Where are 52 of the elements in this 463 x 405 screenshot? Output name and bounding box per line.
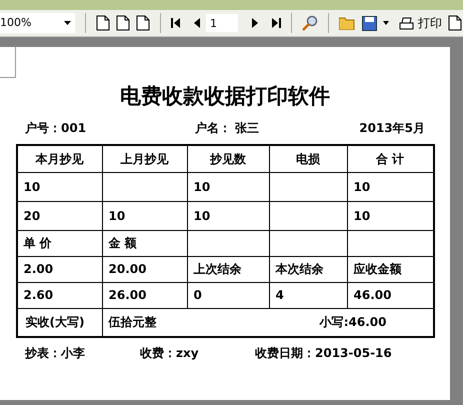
page-number-field[interactable]: 1: [206, 14, 238, 32]
receipt-meta-text: 户号：001: [24, 120, 88, 136]
table-cell: 10: [188, 202, 270, 230]
table-cell: 4: [270, 282, 348, 308]
search-icon[interactable]: [302, 15, 318, 31]
amount-in-figures: 小写:46.00: [320, 314, 388, 331]
print-button[interactable]: 打印: [399, 14, 442, 32]
column-header: 本月抄见: [18, 146, 102, 172]
next-page-icon[interactable]: [252, 18, 258, 28]
table-cell: 金 额: [102, 230, 188, 256]
receipt-meta-text: 2013年5月: [358, 120, 426, 136]
caret-icon[interactable]: [383, 21, 389, 25]
receipt-footer-text: 收费：zxy: [140, 344, 200, 362]
receipt-footer-text: 抄表：小李: [24, 344, 86, 362]
page-icon[interactable]: [116, 15, 130, 31]
previous-page-icon[interactable]: [194, 18, 200, 28]
page-corner-mark: [0, 47, 16, 78]
receipt-footer-text: 收费日期：2013-05-16: [255, 344, 393, 362]
column-header: 上月抄见: [102, 146, 188, 172]
table-cell: 上次结余: [188, 256, 270, 282]
page-icon[interactable]: [136, 15, 150, 31]
caret-icon: [64, 21, 71, 25]
table-cell: 10: [188, 172, 270, 200]
table-cell: 0: [188, 282, 270, 308]
table-cell-text: 10: [352, 178, 372, 196]
page-icon[interactable]: [96, 15, 110, 31]
page-icon[interactable]: [448, 15, 462, 31]
table-cell: 单 价: [18, 230, 102, 256]
printer-icon: [399, 16, 414, 30]
table-cell: 2.00: [18, 256, 102, 282]
column-header: 电损: [270, 146, 348, 172]
table-cell: 2.60: [18, 282, 102, 308]
table-cell-text: 10: [352, 208, 372, 224]
folder-icon[interactable]: [339, 16, 356, 30]
table-cell-text: 46.00: [352, 287, 392, 304]
first-page-icon[interactable]: [171, 18, 180, 28]
table-cell: 实收(大写): [18, 308, 102, 336]
column-header: 合 计: [374, 150, 406, 168]
table-cell: 20: [18, 202, 102, 230]
table-cell-text: 应收金额: [352, 261, 402, 278]
column-header: 抄见数: [188, 146, 270, 172]
last-page-icon[interactable]: [272, 18, 281, 28]
table-cell: 10: [102, 202, 188, 230]
save-icon[interactable]: [362, 16, 377, 30]
receipt-meta-text: 户名： 张三: [194, 120, 260, 136]
amount-in-words: 伍拾元整: [108, 314, 156, 331]
zoom-dropdown[interactable]: 100%: [0, 13, 75, 33]
table-cell: 26.00: [102, 282, 188, 308]
table-cell: 10: [18, 172, 102, 200]
table-cell: 20.00: [102, 256, 188, 282]
receipt-title: 电费收款收据打印软件: [120, 83, 330, 110]
table-cell: 本次结余: [270, 256, 348, 282]
